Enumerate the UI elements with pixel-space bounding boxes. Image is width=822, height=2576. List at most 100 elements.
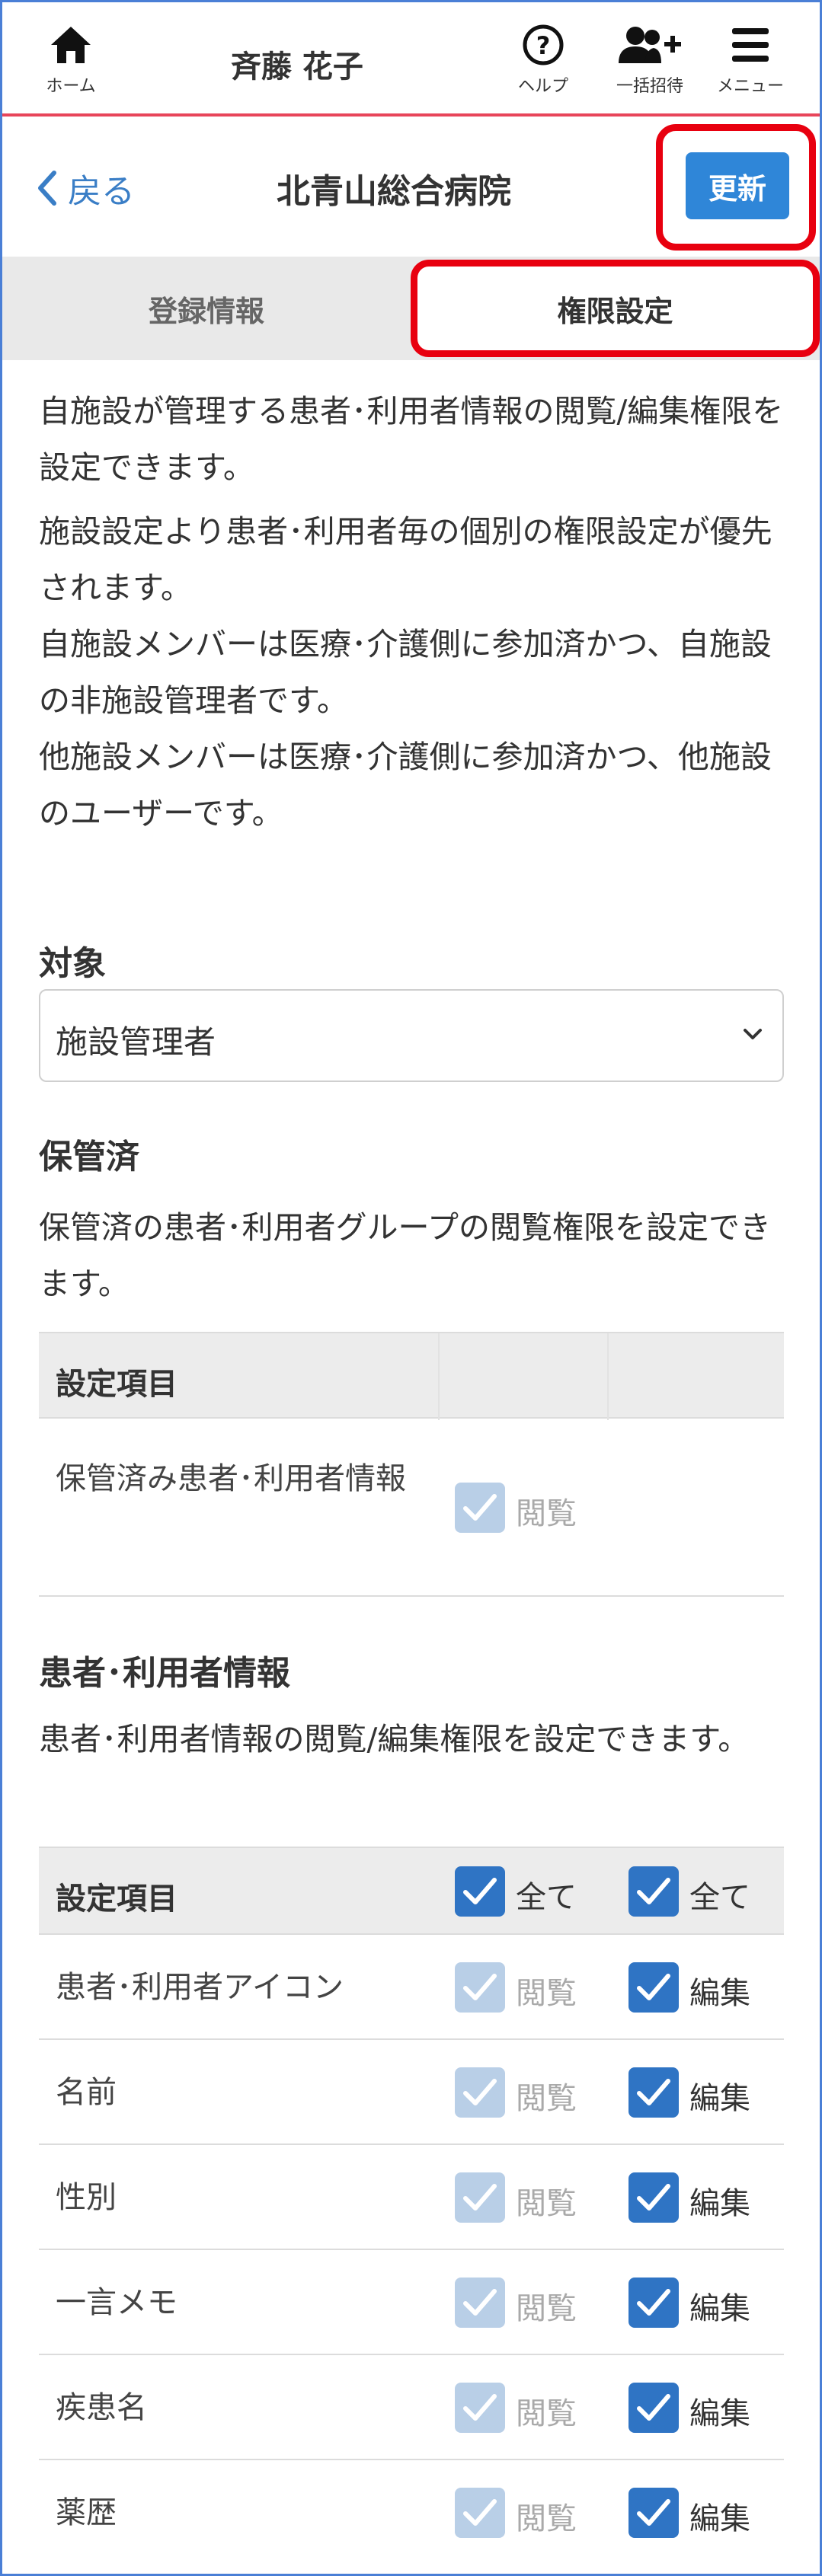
select-all-view-label: 全て (516, 1880, 577, 1915)
row-label: 患者･利用者アイコン (56, 1970, 344, 2005)
back-button[interactable]: 戻る (36, 164, 135, 212)
tab-registration-info[interactable]: 登録情報 (2, 257, 411, 360)
edit-label: 編集 (689, 1976, 750, 2011)
edit-label: 編集 (689, 2396, 750, 2431)
check-icon (637, 1974, 670, 2000)
patient-info-title: 患者･利用者情報 (39, 1654, 290, 1693)
row-label: 名前 (56, 2075, 117, 2110)
back-label: 戻る (68, 172, 135, 211)
archived-title: 保管済 (39, 1138, 139, 1176)
help-button[interactable]: ? ヘルプ (505, 24, 581, 97)
home-label: ホーム (46, 77, 96, 96)
tab-bar: 登録情報 権限設定 (2, 257, 820, 360)
check-icon (463, 2184, 497, 2211)
edit-label: 編集 (689, 2291, 750, 2326)
table-row: 薬歴 閲覧 編集 (39, 2460, 784, 2565)
edit-label: 編集 (689, 2186, 750, 2221)
help-icon: ? (523, 24, 564, 65)
view-checkbox[interactable] (455, 2278, 505, 2328)
view-label: 閲覧 (516, 2501, 577, 2536)
view-checkbox[interactable] (455, 1483, 505, 1533)
archived-description: 保管済の患者･利用者グループの閲覧権限を設定できます。 (39, 1209, 772, 1302)
intro-line: 自施設メンバーは医療･介護側に参加済かつ、自施設の非施設管理者です。 (39, 626, 772, 719)
intro-line: 施設設定より患者･利用者毎の個別の権限設定が優先されます。 (39, 513, 772, 606)
intro-paragraph: 施設設定より患者･利用者毎の個別の権限設定が優先されます。 自施設メンバーは医療… (39, 503, 785, 841)
view-label: 閲覧 (516, 1496, 577, 1531)
view-checkbox[interactable] (455, 2172, 505, 2223)
edit-label: 編集 (689, 2081, 750, 2116)
top-bar: ホーム 斉藤 花子 ? ヘルプ 一括招待 メニュー (2, 2, 820, 117)
select-all-edit-label: 全て (689, 1880, 750, 1915)
check-icon (637, 2499, 670, 2526)
table-row: 性別 閲覧 編集 (39, 2145, 784, 2250)
edit-checkbox[interactable] (628, 2383, 679, 2433)
view-checkbox[interactable] (455, 2488, 505, 2538)
check-icon (463, 1878, 497, 1904)
table-row: 名前 閲覧 編集 (39, 2040, 784, 2145)
patient-info-description: 患者･利用者情報の閲覧/編集権限を設定できます。 (39, 1721, 750, 1757)
tab-permission-highlight: 権限設定 (411, 260, 820, 357)
row-label: 保管済み患者･利用者情報 (56, 1461, 406, 1496)
intro-text: 自施設が管理する患者･利用者情報の閲覧/編集権限を設定できます。 施設設定より患… (39, 383, 785, 841)
refresh-highlight: 更新 (656, 124, 816, 251)
target-title: 対象 (39, 944, 106, 983)
edit-checkbox[interactable] (628, 2488, 679, 2538)
select-all-edit-checkbox[interactable] (628, 1866, 679, 1917)
row-label: 疾患名 (56, 2390, 147, 2425)
home-button[interactable]: ホーム (34, 24, 107, 97)
user-name: 斉藤 花子 (231, 49, 363, 85)
chevron-down-icon (744, 1029, 762, 1039)
help-label: ヘルプ (517, 77, 568, 96)
column-divider (438, 1333, 440, 1420)
hamburger-menu-icon (732, 28, 769, 62)
refresh-button[interactable]: 更新 (686, 152, 789, 219)
check-icon (463, 2079, 497, 2105)
row-label: 薬歴 (56, 2495, 117, 2530)
table-header: 設定項目 (39, 1332, 784, 1420)
table-row: 一言メモ 閲覧 編集 (39, 2250, 784, 2355)
header-setting-item: 設定項目 (56, 1367, 178, 1402)
check-icon (463, 2289, 497, 2316)
check-icon (463, 1974, 497, 2000)
view-label: 閲覧 (516, 2291, 577, 2326)
archived-table: 設定項目 保管済み患者･利用者情報 閲覧 (39, 1332, 784, 1597)
intro-line: 他施設メンバーは医療･介護側に参加済かつ、他施設のユーザーです。 (39, 739, 772, 832)
svg-text:?: ? (536, 31, 551, 60)
check-icon (637, 2184, 670, 2211)
row-label: 一言メモ (56, 2285, 178, 2320)
patient-info-table: 設定項目 全て 全て 患者･利用者アイコン 閲覧 編集 名前 閲覧 編集 性別 … (39, 1847, 784, 2565)
tab-permission-settings[interactable]: 権限設定 (417, 267, 813, 350)
check-icon (637, 2394, 670, 2421)
target-select[interactable]: 施設管理者 (39, 989, 784, 1082)
table-row: 疾患名 閲覧 編集 (39, 2355, 784, 2460)
invite-label: 一括招待 (616, 77, 683, 96)
table-row: 患者･利用者アイコン 閲覧 編集 (39, 1935, 784, 2040)
edit-checkbox[interactable] (628, 1962, 679, 2013)
add-users-icon (619, 27, 681, 63)
intro-paragraph: 自施設が管理する患者･利用者情報の閲覧/編集権限を設定できます。 (39, 393, 784, 486)
chevron-left-icon (38, 171, 56, 206)
check-icon (637, 1878, 670, 1904)
check-icon (637, 2079, 670, 2105)
view-checkbox[interactable] (455, 2067, 505, 2118)
invite-button[interactable]: 一括招待 (604, 24, 696, 97)
view-checkbox[interactable] (455, 2383, 505, 2433)
table-header: 設定項目 全て 全て (39, 1847, 784, 1935)
edit-checkbox[interactable] (628, 2278, 679, 2328)
app-frame: ホーム 斉藤 花子 ? ヘルプ 一括招待 メニュー 戻る 北青山総合病院 更新 … (0, 0, 822, 2576)
view-label: 閲覧 (516, 2186, 577, 2221)
view-label: 閲覧 (516, 1976, 577, 2011)
row-label: 性別 (56, 2180, 117, 2215)
check-icon (463, 2499, 497, 2526)
menu-button[interactable]: メニュー (705, 24, 796, 97)
sub-header: 戻る 北青山総合病院 更新 (2, 120, 820, 257)
view-checkbox[interactable] (455, 1962, 505, 2013)
view-label: 閲覧 (516, 2081, 577, 2116)
check-icon (637, 2289, 670, 2316)
column-divider (607, 1333, 609, 1420)
facility-name: 北青山総合病院 (277, 172, 511, 211)
edit-checkbox[interactable] (628, 2172, 679, 2223)
edit-checkbox[interactable] (628, 2067, 679, 2118)
header-setting-item: 設定項目 (56, 1882, 178, 1917)
select-all-view-checkbox[interactable] (455, 1866, 505, 1917)
